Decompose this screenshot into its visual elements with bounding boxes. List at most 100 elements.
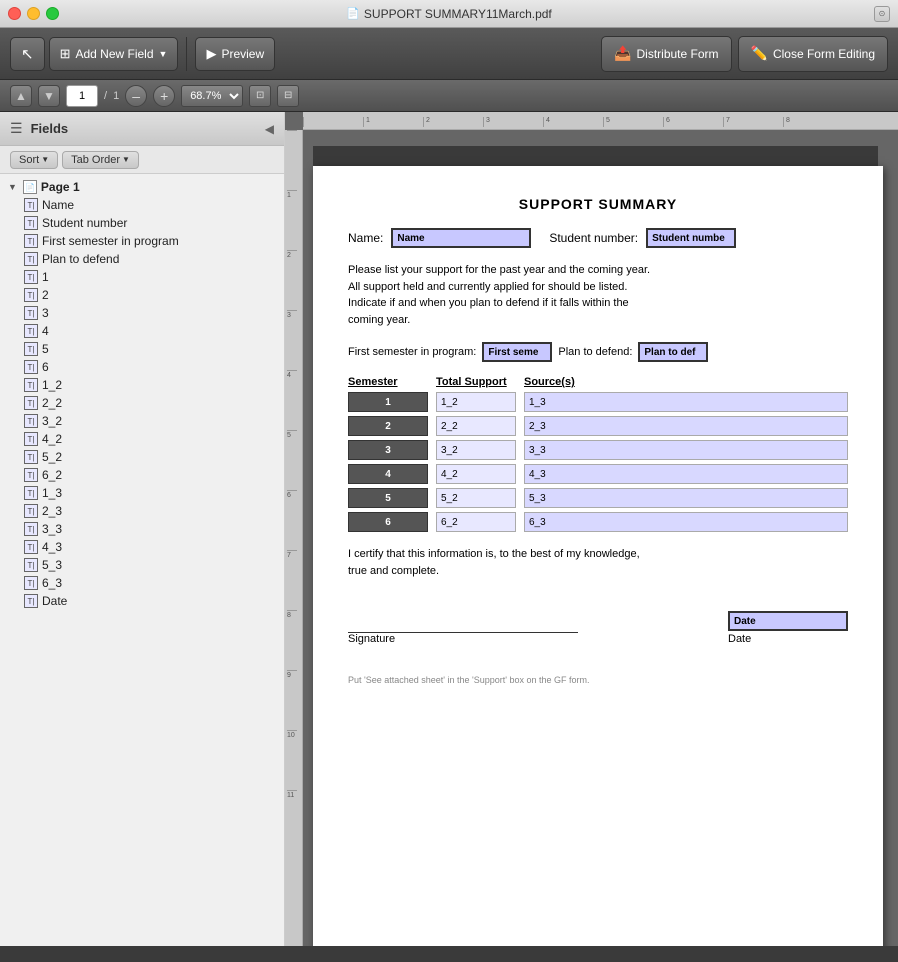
field-item-4-2[interactable]: T| 4_2 [0, 430, 284, 448]
sidebar-collapse-button[interactable]: ◀ [265, 122, 274, 136]
field-item-6-2[interactable]: T| 6_2 [0, 466, 284, 484]
vertical-ruler: 1 2 3 4 5 6 7 8 9 10 11 [285, 130, 303, 946]
field-item-6[interactable]: T| 6 [0, 358, 284, 376]
ruler-tick-v-6: 6 [287, 490, 297, 499]
ruler-tick-v-3: 3 [287, 310, 297, 319]
fields-list: ▼ 📄 Page 1 T| Name T| Student number T| … [0, 174, 284, 946]
field-item-5-3[interactable]: T| 5_3 [0, 556, 284, 574]
student-number-form-field[interactable]: Student numbe [646, 228, 736, 248]
total-cell-5-2[interactable]: 5_2 [436, 488, 516, 508]
field-item-name[interactable]: T| Name [0, 196, 284, 214]
main-area: ☰ Fields ◀ Sort ▼ Tab Order ▼ ▼ 📄 Page 1 [0, 112, 898, 946]
close-form-editing-button[interactable]: ✏️ Close Form Editing [738, 36, 888, 72]
field-item-date[interactable]: T| Date [0, 592, 284, 610]
field-item-4[interactable]: T| 4 [0, 322, 284, 340]
field-item-2-2[interactable]: T| 2_2 [0, 394, 284, 412]
prev-page-button[interactable]: ▲ [10, 85, 32, 107]
total-cell-1-2[interactable]: 1_2 [436, 392, 516, 412]
source-cell-4-3[interactable]: 4_3 [524, 464, 848, 484]
field-type-icon: T| [24, 540, 38, 554]
total-cell-6-2[interactable]: 6_2 [436, 512, 516, 532]
total-cell-2-2[interactable]: 2_2 [436, 416, 516, 436]
field-item-3-2[interactable]: T| 3_2 [0, 412, 284, 430]
source-cell-1-3[interactable]: 1_3 [524, 392, 848, 412]
name-form-field[interactable]: Name [391, 228, 531, 248]
ruler-tick-v-7: 7 [287, 550, 297, 559]
horizontal-ruler: 1 2 3 4 5 6 7 8 [303, 112, 898, 130]
support-table: Semester Total Support Source(s) 1 1_2 1… [348, 376, 848, 532]
ruler-tick-v-5: 5 [287, 430, 297, 439]
plan-to-defend-form-field[interactable]: Plan to def [638, 342, 708, 362]
sort-button[interactable]: Sort ▼ [10, 151, 58, 169]
select-tool-button[interactable]: ↖ [10, 37, 45, 71]
field-item-student-number[interactable]: T| Student number [0, 214, 284, 232]
field-item-4-3[interactable]: T| 4_3 [0, 538, 284, 556]
field-type-icon: T| [24, 360, 38, 374]
window-title: 📄 SUPPORT SUMMARY11March.pdf [346, 7, 552, 21]
minimize-dot[interactable] [27, 7, 40, 20]
zoom-out-button[interactable]: – [125, 85, 147, 107]
field-item-first-semester[interactable]: T| First semester in program [0, 232, 284, 250]
field-type-icon: T| [24, 324, 38, 338]
semester-cell-6[interactable]: 6 [348, 512, 428, 532]
date-form-field[interactable]: Date [728, 611, 848, 631]
field-item-6-3[interactable]: T| 6_3 [0, 574, 284, 592]
field-item-plan-to-defend[interactable]: T| Plan to defend [0, 250, 284, 268]
titlebar: 📄 SUPPORT SUMMARY11March.pdf ⊙ [0, 0, 898, 28]
table-row: 4 4_2 4_3 [348, 464, 848, 484]
zoom-in-button[interactable]: + [153, 85, 175, 107]
semester-cell-2[interactable]: 2 [348, 416, 428, 436]
table-row: 1 1_2 1_3 [348, 392, 848, 412]
distribute-form-button[interactable]: 📤 Distribute Form [601, 36, 731, 72]
main-toolbar: ↖ ⊞ Add New Field ▼ ▶ Preview 📤 Distribu… [0, 28, 898, 80]
pdf-scroll-container[interactable]: SUPPORT SUMMARY Name: Name Student numbe… [303, 130, 898, 946]
semester-cell-5[interactable]: 5 [348, 488, 428, 508]
first-semester-form-field[interactable]: First seme [482, 342, 552, 362]
toolbar-right-actions: 📤 Distribute Form ✏️ Close Form Editing [601, 36, 888, 72]
page-number-input[interactable]: 1 [66, 85, 98, 107]
field-item-1-3[interactable]: T| 1_3 [0, 484, 284, 502]
first-semester-label: First semester in program: [348, 346, 476, 358]
field-type-icon: T| [24, 522, 38, 536]
total-cell-3-2[interactable]: 3_2 [436, 440, 516, 460]
pdf-top-band [313, 146, 878, 166]
student-number-label: Student number: [549, 231, 638, 245]
page1-item[interactable]: ▼ 📄 Page 1 [0, 178, 284, 196]
add-field-button[interactable]: ⊞ Add New Field ▼ [49, 37, 179, 71]
source-cell-3-3[interactable]: 3_3 [524, 440, 848, 460]
zoom-select[interactable]: 68.7% 50% 75% 100% [181, 85, 243, 107]
field-item-1-2[interactable]: T| 1_2 [0, 376, 284, 394]
maximize-dot[interactable] [46, 7, 59, 20]
field-item-5-2[interactable]: T| 5_2 [0, 448, 284, 466]
field-item-3-3[interactable]: T| 3_3 [0, 520, 284, 538]
fit-width-button[interactable]: ⊟ [277, 85, 299, 107]
ruler-tick-1: 1 [363, 117, 370, 127]
tab-order-button[interactable]: Tab Order ▼ [62, 151, 139, 169]
total-cell-4-2[interactable]: 4_2 [436, 464, 516, 484]
field-type-icon: T| [24, 234, 38, 248]
field-type-icon: T| [24, 432, 38, 446]
close-dot[interactable] [8, 7, 21, 20]
semester-cell-1[interactable]: 1 [348, 392, 428, 412]
field-item-1[interactable]: T| 1 [0, 268, 284, 286]
preview-button[interactable]: ▶ Preview [195, 37, 275, 71]
field-item-5[interactable]: T| 5 [0, 340, 284, 358]
ruler-tick-v-8: 8 [287, 610, 297, 619]
expand-arrow-icon: ▼ [8, 182, 17, 192]
semester-cell-3[interactable]: 3 [348, 440, 428, 460]
name-label: Name: [348, 231, 383, 245]
source-cell-6-3[interactable]: 6_3 [524, 512, 848, 532]
ruler-tick-v-1: 1 [287, 190, 297, 199]
certify-paragraph: I certify that this information is, to t… [348, 546, 848, 579]
source-cell-5-3[interactable]: 5_3 [524, 488, 848, 508]
source-cell-2-3[interactable]: 2_3 [524, 416, 848, 436]
field-item-2[interactable]: T| 2 [0, 286, 284, 304]
next-page-button[interactable]: ▼ [38, 85, 60, 107]
field-type-icon: T| [24, 378, 38, 392]
fields-icon: ☰ [10, 120, 23, 137]
field-item-2-3[interactable]: T| 2_3 [0, 502, 284, 520]
field-item-3[interactable]: T| 3 [0, 304, 284, 322]
semester-cell-4[interactable]: 4 [348, 464, 428, 484]
ruler-tick-v-11: 11 [287, 790, 297, 799]
fit-page-button[interactable]: ⊡ [249, 85, 271, 107]
